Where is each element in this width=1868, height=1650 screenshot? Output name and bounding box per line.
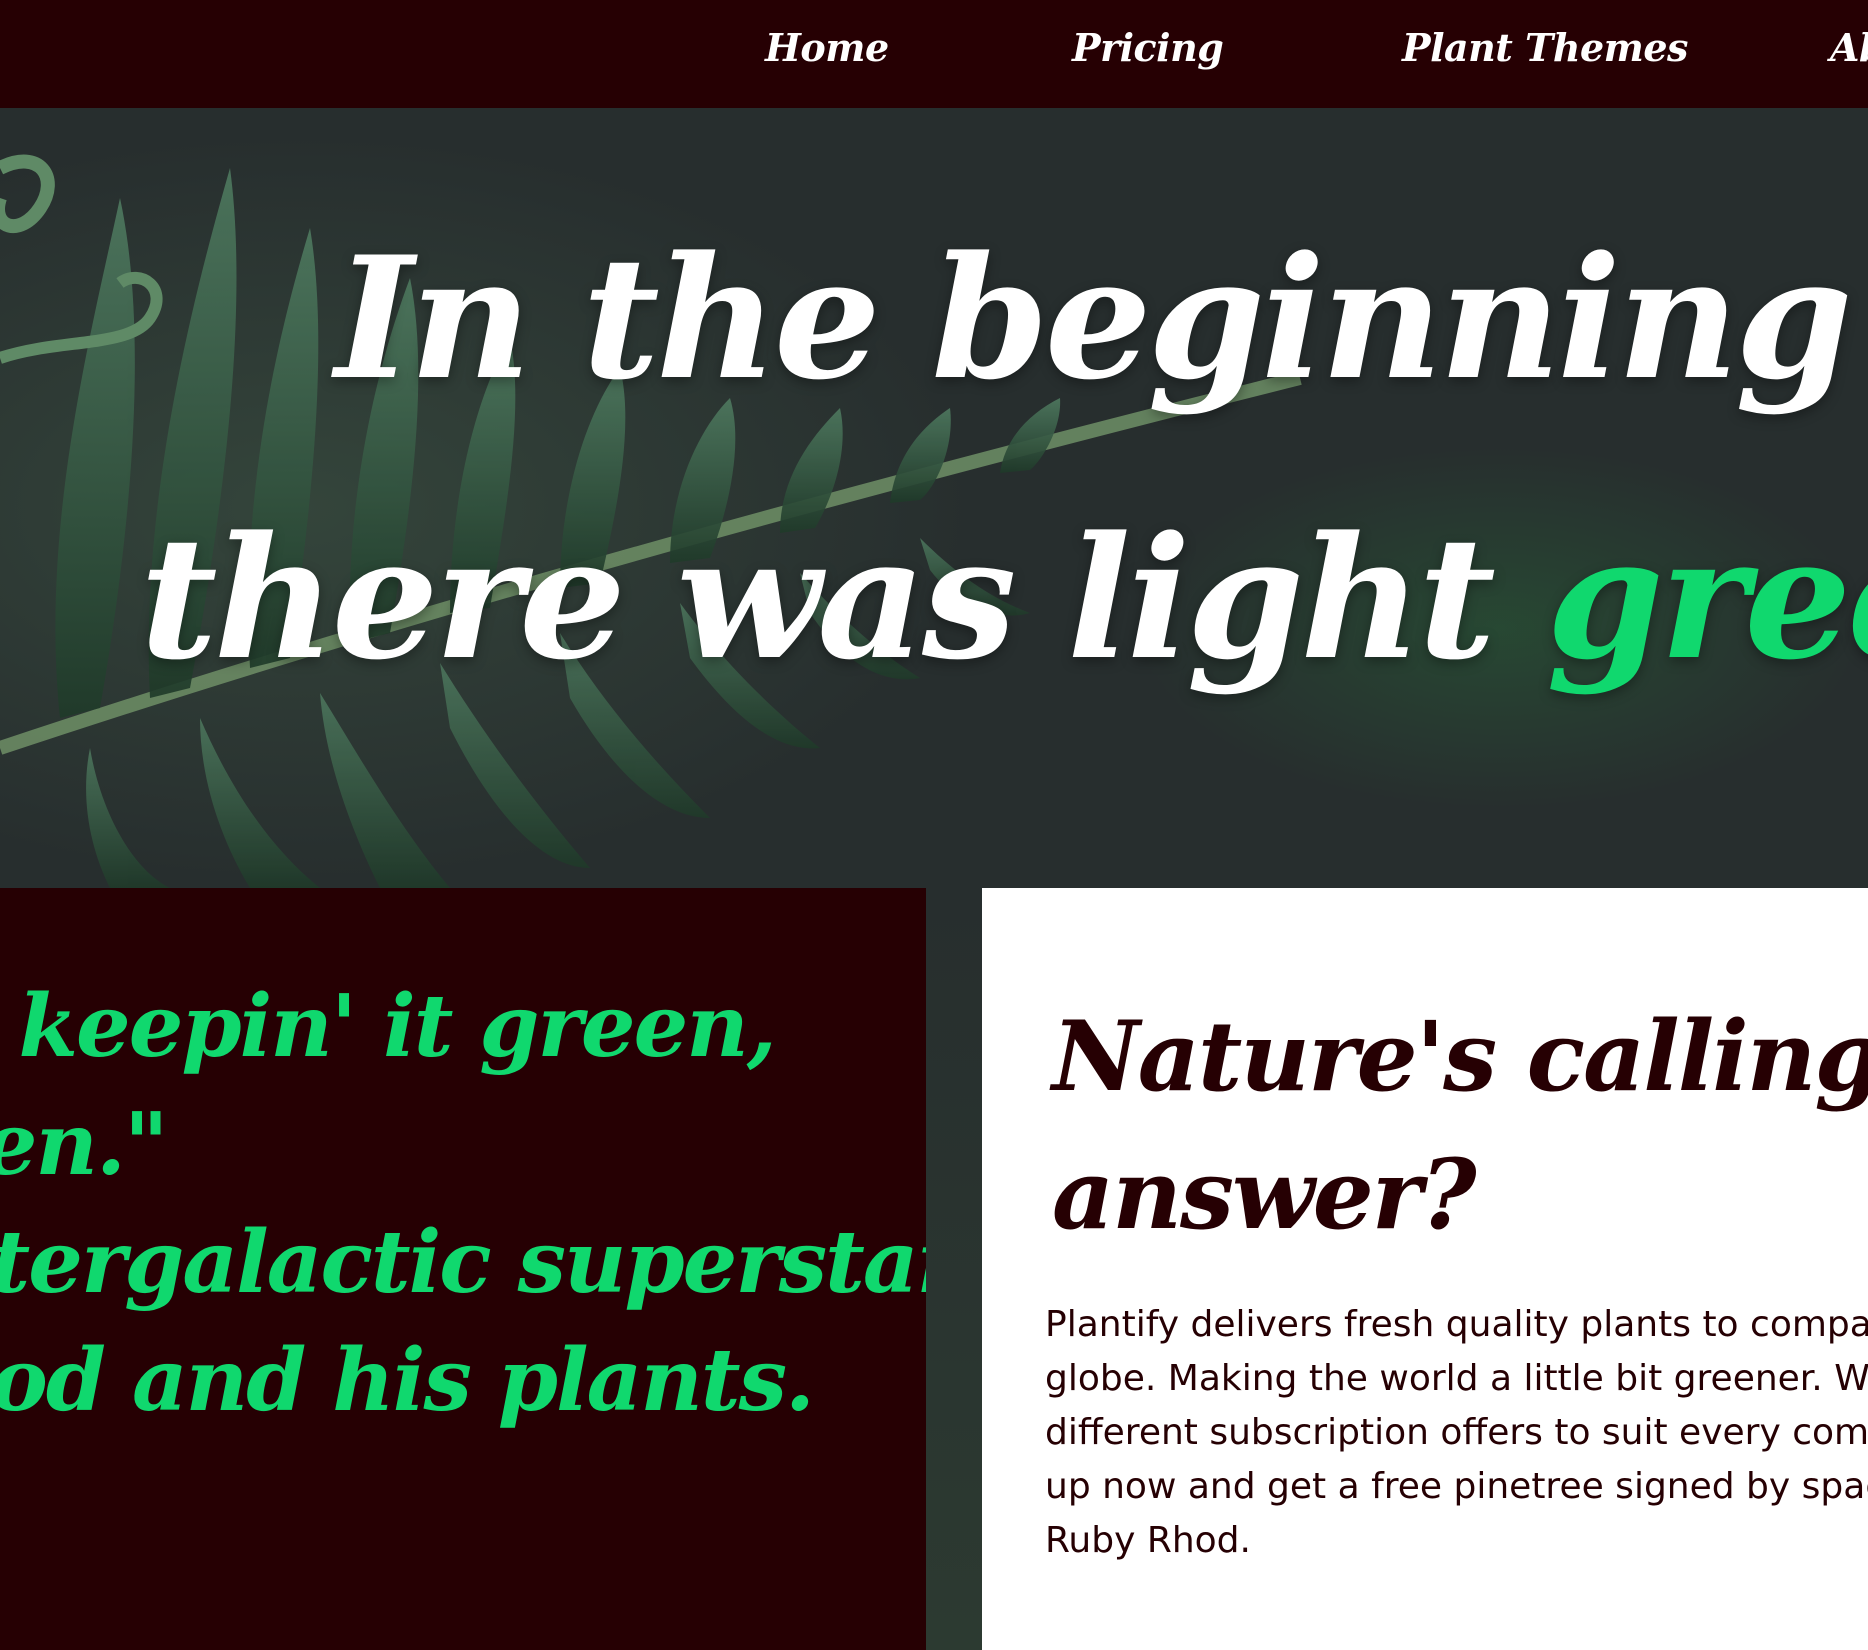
hero-heading-line-2: there was light green. <box>140 498 1868 698</box>
info-card-title: Nature's calling. Wha answer? <box>1052 988 1868 1264</box>
quote-line-1: n keepin' it green, <box>0 976 777 1077</box>
info-card: Nature's calling. Wha answer? Plantify d… <box>982 888 1868 1650</box>
info-body-line-1: Plantify delivers fresh quality plants t… <box>1045 1304 1868 1345</box>
info-title-line-1: Nature's calling. Wha <box>1052 1000 1868 1113</box>
info-body-line-4: up now and get a free pinetree signed by… <box>1045 1466 1868 1507</box>
nav-link-about[interactable]: Ab <box>1830 22 1868 74</box>
quote-line-2: een." <box>0 1094 169 1195</box>
nav-link-pricing[interactable]: Pricing <box>1072 22 1224 74</box>
info-body-line-2: globe. Making the world a little bit gre… <box>1045 1358 1868 1399</box>
hero-banner: In the beginning there was light green. <box>0 108 1868 888</box>
info-body-line-5: Ruby Rhod. <box>1045 1520 1251 1561</box>
hero-heading-line-1: In the beginning <box>335 219 1853 417</box>
hero-heading-accent: green <box>1546 499 1868 697</box>
info-body-line-3: different subscription offers to suit ev… <box>1045 1412 1868 1453</box>
info-title-line-2: answer? <box>1052 1138 1477 1251</box>
background-gap <box>926 888 982 1650</box>
nav-link-home[interactable]: Home <box>765 22 889 74</box>
testimonial-quote: n keepin' it green, een." ntergalactic s… <box>0 968 926 1440</box>
info-card-body: Plantify delivers fresh quality plants t… <box>1045 1298 1868 1568</box>
top-navbar: Home Pricing Plant Themes Ab <box>0 0 1868 108</box>
quote-line-3: ntergalactic superstar <box>0 1212 926 1313</box>
quote-panel: n keepin' it green, een." ntergalactic s… <box>0 888 926 1650</box>
hero-heading-text: there was light <box>140 499 1547 697</box>
quote-line-4: hod and his plants. <box>0 1330 815 1431</box>
nav-link-plant-themes[interactable]: Plant Themes <box>1402 22 1688 74</box>
